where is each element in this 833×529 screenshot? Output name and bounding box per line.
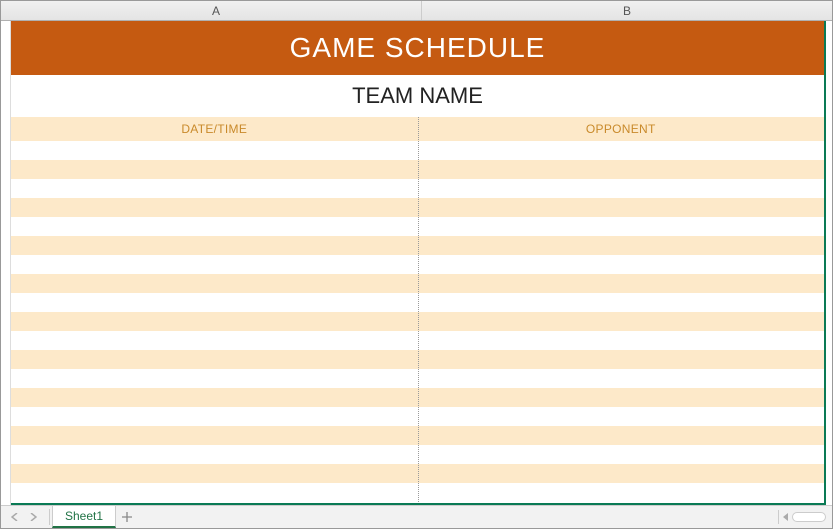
sheet-tab-bar: Sheet1 [1, 505, 832, 528]
add-sheet-button[interactable] [116, 506, 138, 528]
cell-date-time[interactable] [11, 217, 418, 236]
cell-date-time[interactable] [11, 350, 418, 369]
table-row[interactable] [11, 160, 824, 179]
cell-opponent[interactable] [418, 217, 825, 236]
cell-opponent[interactable] [418, 388, 825, 407]
header-opponent[interactable]: OPPONENT [418, 117, 825, 141]
tab-nav-prev[interactable] [7, 509, 23, 525]
horizontal-scroll-group [778, 506, 832, 528]
column-header-b[interactable]: B [422, 1, 832, 20]
table-row[interactable] [11, 293, 824, 312]
cell-date-time[interactable] [11, 369, 418, 388]
cell-opponent[interactable] [418, 179, 825, 198]
column-header-row: A B [1, 1, 832, 21]
cell-date-time[interactable] [11, 236, 418, 255]
cell-date-time[interactable] [11, 426, 418, 445]
cell-opponent[interactable] [418, 426, 825, 445]
cell-opponent[interactable] [418, 274, 825, 293]
tab-bar-spacer [138, 506, 778, 528]
cell-date-time[interactable] [11, 160, 418, 179]
table-row[interactable] [11, 198, 824, 217]
table-row[interactable] [11, 179, 824, 198]
hscroll-left-icon[interactable] [783, 513, 788, 521]
table-row[interactable] [11, 407, 824, 426]
cell-date-time[interactable] [11, 255, 418, 274]
table-row[interactable] [11, 255, 824, 274]
cell-date-time[interactable] [11, 293, 418, 312]
column-header-a[interactable]: A [11, 1, 422, 20]
cell-opponent[interactable] [418, 407, 825, 426]
tab-separator [49, 509, 50, 525]
cell-opponent[interactable] [418, 160, 825, 179]
cell-opponent[interactable] [418, 141, 825, 160]
table-row[interactable] [11, 464, 824, 483]
cell-date-time[interactable] [11, 445, 418, 464]
table-row[interactable] [11, 331, 824, 350]
header-date-time[interactable]: DATE/TIME [11, 117, 418, 141]
cell-opponent[interactable] [418, 483, 825, 502]
cell-opponent[interactable] [418, 369, 825, 388]
tab-nav-next[interactable] [25, 509, 41, 525]
row-header-gutter[interactable] [1, 21, 11, 505]
cell-date-time[interactable] [11, 312, 418, 331]
subtitle-cell[interactable]: TEAM NAME [11, 75, 824, 117]
table-row[interactable] [11, 274, 824, 293]
hscroll-track[interactable] [792, 512, 826, 522]
cell-opponent[interactable] [418, 293, 825, 312]
cell-date-time[interactable] [11, 464, 418, 483]
hscroll-separator [778, 510, 779, 524]
table-body [11, 141, 824, 505]
table-row[interactable] [11, 445, 824, 464]
title-cell[interactable]: GAME SCHEDULE [11, 21, 824, 75]
cell-date-time[interactable] [11, 388, 418, 407]
worksheet-area[interactable]: GAME SCHEDULE TEAM NAME DATE/TIME OPPONE… [11, 21, 826, 505]
sheet-tab-active[interactable]: Sheet1 [52, 506, 116, 528]
table-row[interactable] [11, 236, 824, 255]
table-row[interactable] [11, 217, 824, 236]
table-row[interactable] [11, 312, 824, 331]
cell-date-time[interactable] [11, 274, 418, 293]
table-row[interactable] [11, 369, 824, 388]
cell-date-time[interactable] [11, 141, 418, 160]
table-row[interactable] [11, 388, 824, 407]
cell-opponent[interactable] [418, 350, 825, 369]
cell-opponent[interactable] [418, 464, 825, 483]
cell-opponent[interactable] [418, 331, 825, 350]
cell-opponent[interactable] [418, 445, 825, 464]
table-row[interactable] [11, 426, 824, 445]
table-header-row: DATE/TIME OPPONENT [11, 117, 824, 141]
table-row[interactable] [11, 483, 824, 502]
cell-date-time[interactable] [11, 483, 418, 502]
table-row[interactable] [11, 141, 824, 160]
cell-opponent[interactable] [418, 255, 825, 274]
cell-date-time[interactable] [11, 179, 418, 198]
cell-date-time[interactable] [11, 407, 418, 426]
select-all-gutter[interactable] [1, 1, 11, 20]
table-row[interactable] [11, 350, 824, 369]
cell-opponent[interactable] [418, 236, 825, 255]
cell-opponent[interactable] [418, 312, 825, 331]
cell-date-time[interactable] [11, 198, 418, 217]
cell-date-time[interactable] [11, 331, 418, 350]
cell-opponent[interactable] [418, 198, 825, 217]
tab-nav-group [1, 506, 47, 528]
